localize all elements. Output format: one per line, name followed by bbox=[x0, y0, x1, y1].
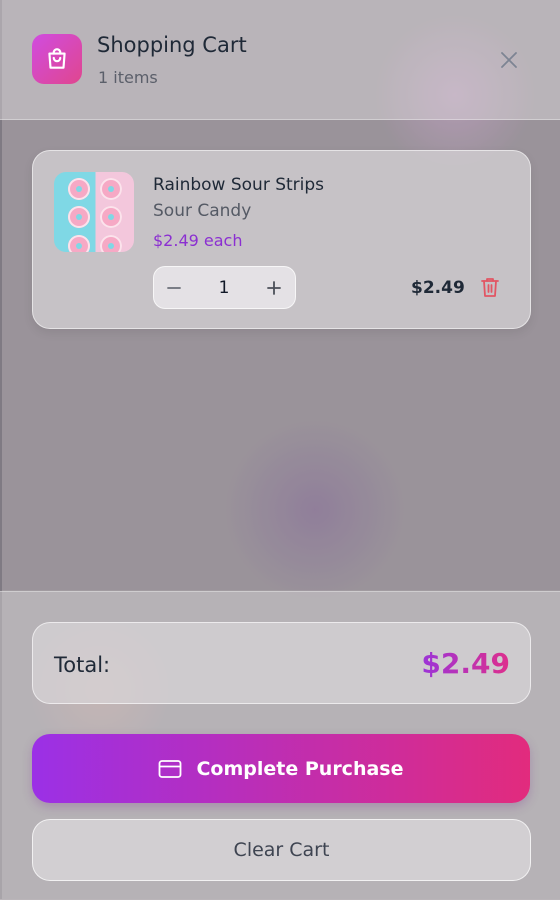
close-button[interactable] bbox=[496, 47, 522, 73]
cart-panel: Shopping Cart 1 items Rainbow Sour Strip… bbox=[0, 0, 560, 900]
complete-purchase-label: Complete Purchase bbox=[196, 757, 404, 780]
credit-card-icon bbox=[159, 759, 182, 778]
cart-item: Rainbow Sour Strips Sour Candy $2.49 eac… bbox=[32, 150, 531, 329]
increase-quantity-button[interactable] bbox=[254, 267, 294, 308]
quantity-stepper: 1 bbox=[153, 266, 296, 309]
plus-icon bbox=[267, 280, 281, 295]
item-count: 1 items bbox=[98, 68, 158, 87]
cart-header: Shopping Cart 1 items bbox=[0, 0, 560, 120]
remove-item-button[interactable] bbox=[480, 276, 500, 298]
decrease-quantity-button[interactable] bbox=[154, 267, 194, 308]
clear-cart-label: Clear Cart bbox=[233, 839, 330, 861]
total-value: $2.49 bbox=[421, 647, 510, 680]
product-category: Sour Candy bbox=[153, 201, 252, 221]
complete-purchase-button[interactable]: Complete Purchase bbox=[32, 734, 530, 803]
quantity-value: 1 bbox=[218, 278, 230, 298]
close-icon bbox=[501, 52, 517, 68]
total-summary: Total: $2.49 bbox=[32, 622, 531, 704]
trash-icon bbox=[481, 278, 499, 297]
item-line-total: $2.49 bbox=[411, 278, 465, 298]
total-label: Total: bbox=[54, 653, 111, 677]
page-title: Shopping Cart bbox=[97, 33, 247, 57]
product-name: Rainbow Sour Strips bbox=[153, 175, 325, 195]
product-unit-price: $2.49 each bbox=[153, 231, 243, 250]
clear-cart-button[interactable]: Clear Cart bbox=[32, 819, 531, 881]
minus-icon bbox=[167, 286, 181, 289]
shopping-bag-icon bbox=[32, 34, 82, 84]
product-image bbox=[54, 172, 134, 252]
